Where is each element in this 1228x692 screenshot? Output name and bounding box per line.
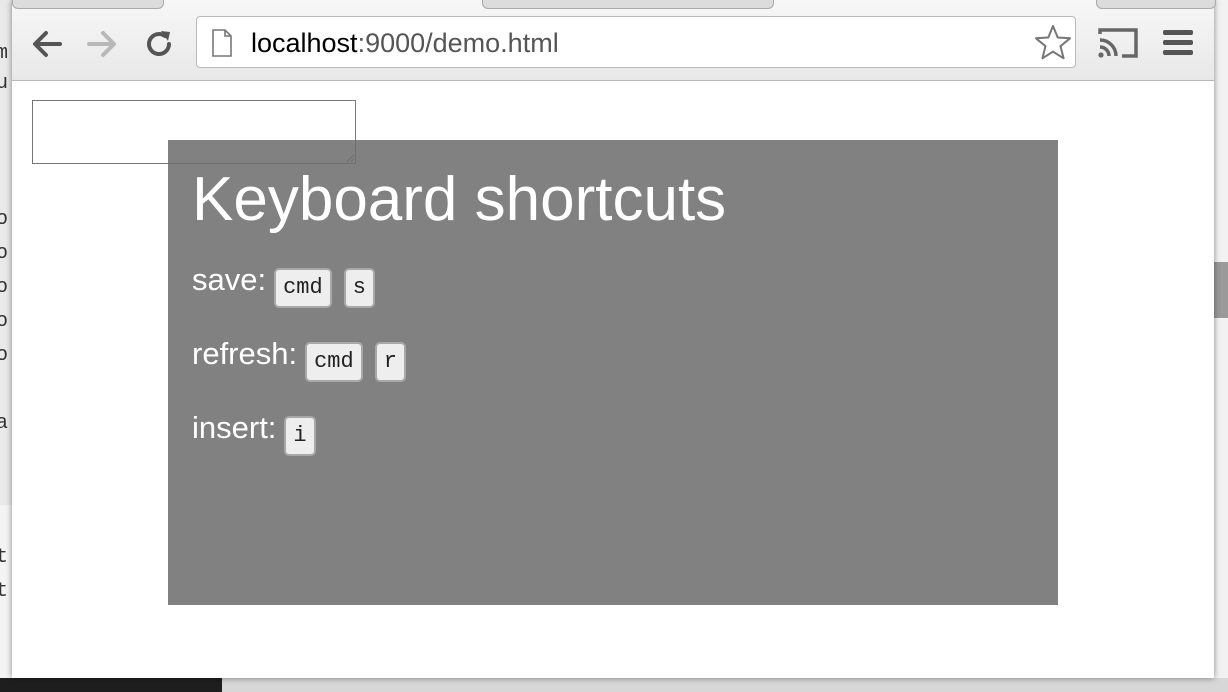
background-terminal-text: a [0, 412, 9, 435]
background-terminal-text: o [0, 242, 9, 265]
url-host: localhost [251, 28, 358, 58]
background-terminal-text: t [0, 580, 9, 603]
key-i: i [284, 416, 316, 456]
background-terminal-text: o [0, 208, 9, 231]
browser-toolbar: localhost:9000/demo.html [12, 0, 1216, 81]
background-terminal-text: u [0, 72, 9, 95]
browser-tab[interactable] [1096, 0, 1216, 9]
browser-tab[interactable] [12, 0, 164, 9]
url-path: :9000/demo.html [357, 28, 559, 58]
page-content: Keyboard shortcuts save: cmd s refresh: … [12, 81, 1214, 678]
background-terminal-text: m [0, 42, 9, 65]
shortcut-refresh: refresh: cmd r [192, 336, 1034, 382]
url-text[interactable]: localhost:9000/demo.html [251, 27, 559, 59]
reload-icon [147, 31, 171, 56]
reload-button[interactable] [140, 26, 178, 62]
background-terminal-text: o [0, 310, 9, 333]
overlay-title: Keyboard shortcuts [192, 165, 727, 234]
browser-tab[interactable] [482, 0, 774, 9]
forward-button[interactable] [83, 26, 121, 62]
background-desktop-right [1212, 0, 1228, 692]
background-scrollbar [1214, 262, 1228, 318]
background-terminal-text: o [0, 344, 9, 367]
background-terminal-text: o [0, 276, 9, 299]
shortcut-label: refresh: [192, 336, 298, 371]
background-terminal-text: t [0, 546, 9, 569]
address-bar[interactable]: localhost:9000/demo.html [196, 16, 1076, 68]
background-desktop-bottom-light [222, 678, 1228, 692]
cast-icon[interactable] [1096, 26, 1140, 60]
key-cmd: cmd [274, 268, 332, 308]
shortcut-save: save: cmd s [192, 262, 1034, 308]
key-r: r [374, 342, 406, 382]
key-cmd: cmd [305, 342, 363, 382]
back-icon [33, 31, 62, 57]
hamburger-menu-icon[interactable] [1160, 26, 1196, 60]
shortcut-label: insert: [192, 410, 277, 445]
forward-icon [87, 31, 116, 57]
shortcut-label: save: [192, 262, 267, 297]
back-button[interactable] [28, 26, 66, 62]
shortcut-insert: insert: i [192, 410, 1034, 456]
page-icon [212, 29, 232, 57]
star-icon[interactable] [1033, 23, 1073, 63]
key-s: s [343, 268, 375, 308]
browser-window: localhost:9000/demo.html Keyboard shortc… [12, 0, 1216, 678]
keyboard-shortcuts-overlay: Keyboard shortcuts save: cmd s refresh: … [168, 140, 1058, 605]
